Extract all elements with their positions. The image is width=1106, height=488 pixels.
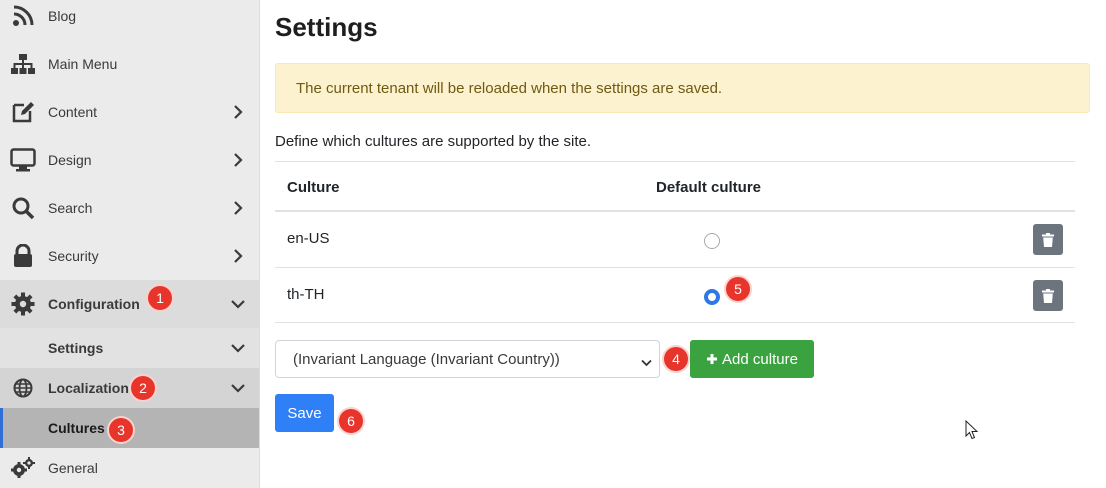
sidebar-item-blog[interactable]: Blog [0, 0, 259, 40]
step-badge: 4 [664, 347, 688, 371]
table-row: en-US [275, 211, 1075, 267]
chevron-right-icon [231, 105, 245, 119]
culture-select-value: (Invariant Language (Invariant Country)) [293, 350, 560, 368]
save-label: Save [287, 404, 322, 422]
column-header-default-culture: Default culture [656, 179, 762, 196]
mouse-cursor-icon [965, 420, 979, 440]
step-badge: 2 [131, 376, 155, 400]
page-description: Define which cultures are supported by t… [275, 133, 592, 150]
sidebar-item-label: Search [48, 200, 93, 216]
culture-select[interactable]: (Invariant Language (Invariant Country)) [275, 340, 660, 378]
delete-button[interactable] [1033, 224, 1063, 255]
sidebar-item-label: Settings [48, 340, 104, 356]
step-badge: 3 [109, 418, 133, 442]
warning-alert: The current tenant will be reloaded when… [275, 63, 1090, 113]
alert-text: The current tenant will be reloaded when… [296, 79, 723, 97]
culture-cell: en-US [287, 230, 330, 247]
lock-icon [9, 242, 37, 270]
sidebar-item-search[interactable]: Search [0, 184, 259, 232]
page-title: Settings [275, 12, 378, 42]
rss-icon [9, 2, 37, 30]
step-badge: 1 [148, 286, 172, 310]
sidebar-item-configuration[interactable]: Configuration [0, 280, 259, 328]
culture-cell: th-TH [287, 286, 325, 303]
gears-icon [9, 454, 37, 482]
chevron-right-icon [231, 201, 245, 215]
chevron-down-icon [641, 354, 652, 371]
search-icon [9, 194, 37, 222]
gear-icon [9, 290, 37, 318]
globe-icon [9, 374, 37, 402]
sidebar-item-label: Cultures [48, 420, 105, 436]
step-badge: 5 [726, 277, 750, 301]
sidebar-item-design[interactable]: Design [0, 136, 259, 184]
chevron-right-icon [231, 153, 245, 167]
delete-button[interactable] [1033, 280, 1063, 311]
plus-icon [707, 354, 718, 364]
save-button[interactable]: Save [275, 394, 334, 432]
sidebar-item-localization[interactable]: Localization [0, 368, 259, 408]
sidebar-item-security[interactable]: Security [0, 232, 259, 280]
sidebar-item-label: General [48, 460, 98, 476]
column-header-culture: Culture [287, 179, 340, 196]
edit-icon [9, 98, 37, 126]
sidebar-item-label: Configuration [48, 296, 140, 312]
cultures-table: Culture Default culture en-US th-TH [275, 161, 1075, 323]
trash-icon [1042, 232, 1054, 247]
chevron-down-icon [231, 381, 245, 395]
sitemap-icon [9, 50, 37, 78]
sidebar-item-label: Content [48, 104, 98, 120]
sidebar-item-label: Design [48, 152, 92, 168]
add-culture-label: Add culture [722, 350, 798, 368]
sidebar-item-content[interactable]: Content [0, 88, 259, 136]
sidebar: Blog Main Menu Content Design Search Sec… [0, 0, 260, 488]
chevron-down-icon [231, 341, 245, 355]
sidebar-item-label: Main Menu [48, 56, 118, 72]
trash-icon [1042, 288, 1054, 303]
default-culture-radio[interactable] [704, 233, 720, 249]
add-culture-button[interactable]: Add culture [690, 340, 814, 378]
sidebar-item-label: Blog [48, 8, 77, 24]
sidebar-item-label: Localization [48, 380, 129, 396]
sidebar-item-main-menu[interactable]: Main Menu [0, 40, 259, 88]
main-content: Settings The current tenant will be relo… [260, 0, 1106, 488]
monitor-icon [9, 146, 37, 174]
step-badge: 6 [339, 409, 363, 433]
table-header-row: Culture Default culture [275, 161, 1075, 211]
sidebar-item-label: Security [48, 248, 99, 264]
table-row: th-TH [275, 267, 1075, 323]
chevron-down-icon [231, 297, 245, 311]
sidebar-item-settings[interactable]: Settings [0, 328, 259, 368]
sidebar-item-general[interactable]: General [0, 448, 259, 488]
chevron-right-icon [231, 249, 245, 263]
default-culture-radio[interactable] [704, 289, 720, 305]
